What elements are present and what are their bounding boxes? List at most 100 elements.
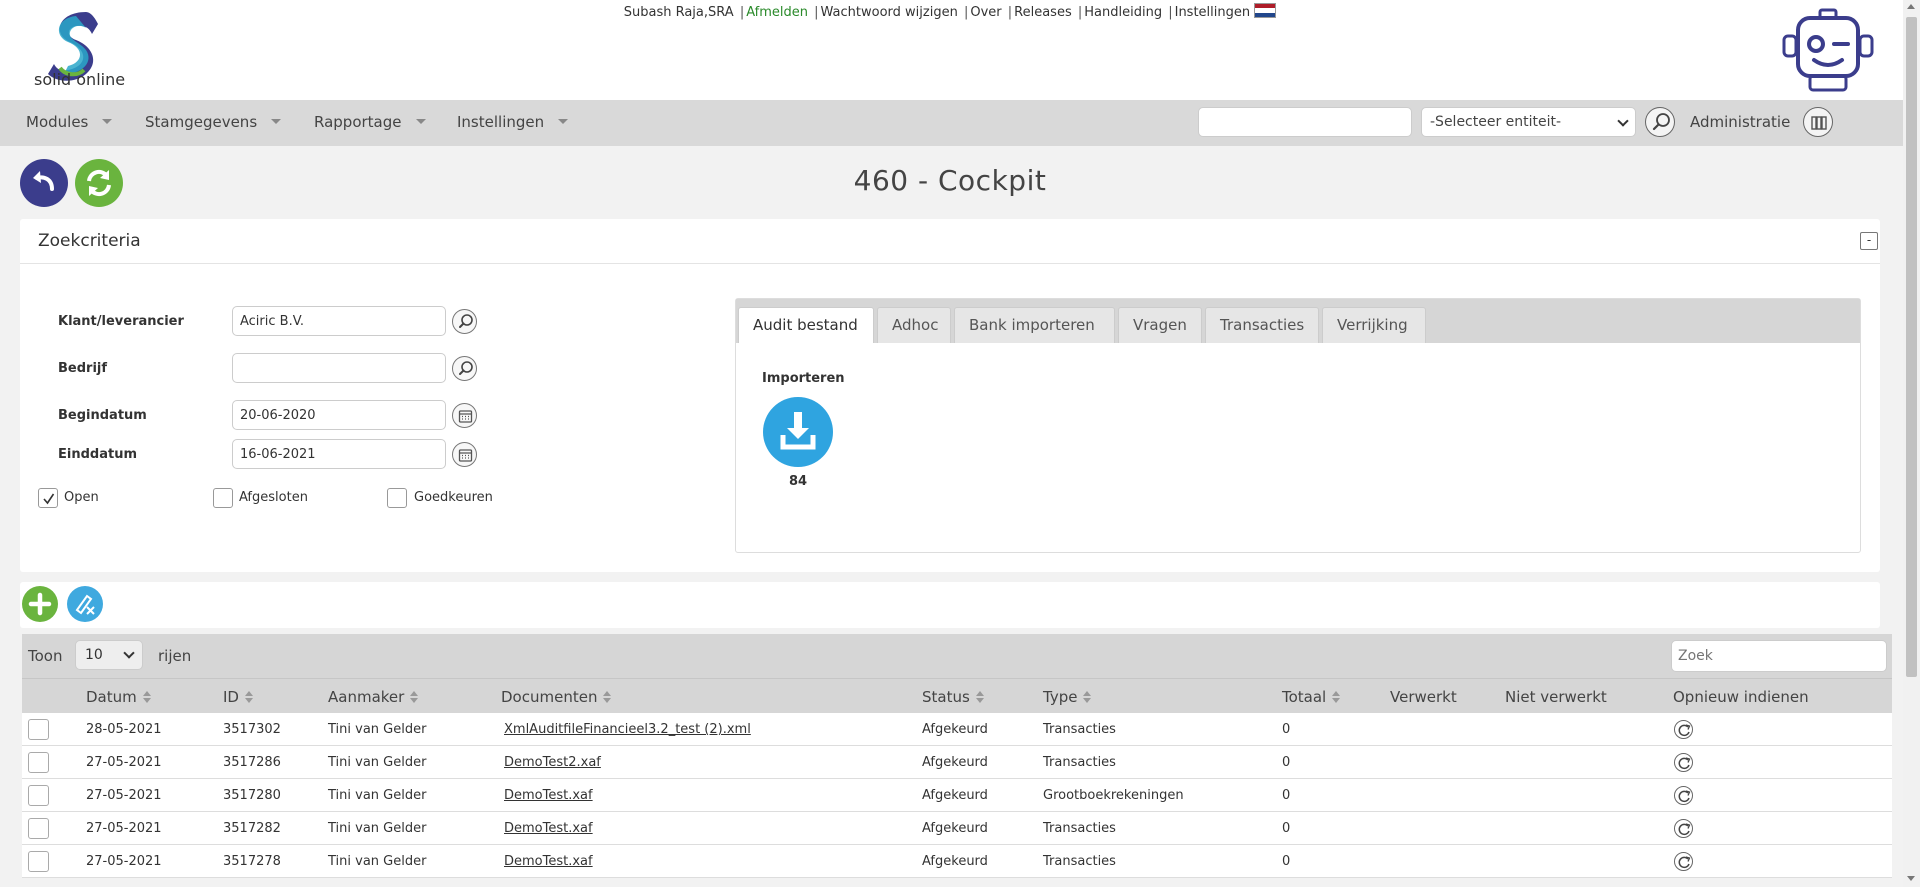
th-status[interactable]: Status bbox=[922, 688, 984, 706]
bedrijf-input[interactable] bbox=[232, 353, 446, 383]
cell-aanmaker: Tini van Gelder bbox=[328, 788, 427, 803]
cell-id: 3517302 bbox=[223, 722, 281, 737]
table-controls: Toon 10 rijen bbox=[22, 634, 1892, 678]
goedkeuren-checkbox[interactable] bbox=[387, 488, 407, 508]
cell-datum: 27-05-2021 bbox=[86, 788, 162, 803]
row-checkbox[interactable] bbox=[28, 752, 49, 773]
menu-rapportage[interactable]: Rapportage bbox=[314, 113, 426, 131]
table-row[interactable]: 27-05-2021 3517280 Tini van Gelder DemoT… bbox=[22, 779, 1892, 812]
table-row[interactable]: 27-05-2021 3517282 Tini van Gelder DemoT… bbox=[22, 812, 1892, 845]
sort-icon bbox=[1332, 691, 1341, 703]
entity-select[interactable]: -Selecteer entiteit- bbox=[1421, 107, 1636, 137]
tab-adhoc[interactable]: Adhoc bbox=[877, 307, 951, 343]
page-scrollbar[interactable] bbox=[1903, 0, 1920, 887]
caret-down-icon bbox=[271, 119, 282, 124]
search-button[interactable] bbox=[1645, 107, 1675, 137]
tab-audit-bestand[interactable]: Audit bestand bbox=[738, 307, 874, 343]
tab-bank-importeren[interactable]: Bank importeren bbox=[954, 307, 1115, 343]
administratie-label[interactable]: Administratie bbox=[1690, 113, 1790, 131]
sort-icon bbox=[244, 691, 253, 703]
administratie-button[interactable] bbox=[1803, 107, 1833, 137]
row-checkbox[interactable] bbox=[28, 818, 49, 839]
resubmit-button[interactable] bbox=[1674, 819, 1693, 838]
refresh-icon bbox=[1678, 724, 1691, 737]
table-row[interactable]: 27-05-2021 3517278 Tini van Gelder DemoT… bbox=[22, 845, 1892, 878]
change-password-link[interactable]: Wachtwoord wijzigen bbox=[821, 5, 958, 20]
tab-transacties[interactable]: Transacties bbox=[1205, 307, 1319, 343]
resubmit-button[interactable] bbox=[1674, 753, 1693, 772]
cell-document-link[interactable]: DemoTest.xaf bbox=[504, 821, 593, 836]
cell-document-link[interactable]: DemoTest.xaf bbox=[504, 854, 593, 869]
import-count: 84 bbox=[788, 474, 808, 489]
einddatum-input[interactable] bbox=[232, 439, 446, 469]
open-label: Open bbox=[64, 490, 99, 505]
cell-document-link[interactable]: DemoTest.xaf bbox=[504, 788, 593, 803]
row-checkbox[interactable] bbox=[28, 785, 49, 806]
begindatum-input[interactable] bbox=[232, 400, 446, 430]
table-search-input[interactable] bbox=[1671, 640, 1887, 672]
page-size-select[interactable]: 10 bbox=[75, 640, 143, 670]
netherlands-flag-icon[interactable] bbox=[1254, 3, 1277, 18]
cell-status: Afgekeurd bbox=[922, 821, 988, 836]
menu-instellingen[interactable]: Instellingen bbox=[457, 113, 569, 131]
releases-link[interactable]: Releases bbox=[1014, 5, 1072, 20]
resubmit-button[interactable] bbox=[1674, 720, 1693, 739]
open-checkbox[interactable] bbox=[38, 488, 58, 508]
th-datum[interactable]: Datum bbox=[86, 688, 151, 706]
scrollbar-thumb[interactable] bbox=[1906, 17, 1917, 677]
binders-icon bbox=[1811, 116, 1827, 130]
cell-totaal: 0 bbox=[1282, 722, 1291, 737]
plus-icon bbox=[28, 592, 52, 616]
collapse-button[interactable]: - bbox=[1860, 232, 1878, 250]
logout-link[interactable]: Afmelden bbox=[746, 5, 808, 20]
cell-type: Grootboekrekeningen bbox=[1043, 788, 1184, 803]
cell-totaal: 0 bbox=[1282, 788, 1291, 803]
bedrijf-label: Bedrijf bbox=[58, 361, 108, 376]
cell-id: 3517282 bbox=[223, 821, 281, 836]
global-search-input[interactable] bbox=[1198, 107, 1412, 137]
resubmit-button[interactable] bbox=[1674, 786, 1693, 805]
tab-verrijking[interactable]: Verrijking bbox=[1322, 307, 1426, 343]
begindatum-calendar-button[interactable] bbox=[452, 403, 477, 428]
scroll-down-arrow-icon[interactable] bbox=[1907, 876, 1915, 881]
klant-input[interactable] bbox=[232, 306, 446, 336]
tab-vragen[interactable]: Vragen bbox=[1118, 307, 1202, 343]
manual-link[interactable]: Handleiding bbox=[1084, 5, 1162, 20]
caret-down-icon bbox=[102, 119, 113, 124]
cell-totaal: 0 bbox=[1282, 821, 1291, 836]
bedrijf-lookup-button[interactable] bbox=[452, 356, 477, 381]
menu-stamgegevens[interactable]: Stamgegevens bbox=[145, 113, 282, 131]
settings-link[interactable]: Instellingen bbox=[1175, 5, 1251, 20]
th-id[interactable]: ID bbox=[223, 688, 253, 706]
th-opnieuw-indienen: Opnieuw indienen bbox=[1673, 688, 1809, 706]
cell-status: Afgekeurd bbox=[922, 854, 988, 869]
table-row[interactable]: 28-05-2021 3517302 Tini van Gelder XmlAu… bbox=[22, 713, 1892, 746]
row-checkbox[interactable] bbox=[28, 851, 49, 872]
menu-modules[interactable]: Modules bbox=[26, 113, 113, 131]
add-button[interactable] bbox=[22, 586, 58, 622]
tab-bar: Audit bestand Adhoc Bank importeren Vrag… bbox=[736, 299, 1860, 343]
user-name: Subash Raja,SRA bbox=[623, 5, 734, 20]
sort-icon bbox=[142, 691, 151, 703]
th-totaal[interactable]: Totaal bbox=[1282, 688, 1341, 706]
about-link[interactable]: Over bbox=[970, 5, 1001, 20]
klant-lookup-button[interactable] bbox=[452, 309, 477, 334]
cell-document-link[interactable]: DemoTest2.xaf bbox=[504, 755, 601, 770]
afgesloten-checkbox[interactable] bbox=[213, 488, 233, 508]
th-type[interactable]: Type bbox=[1043, 688, 1092, 706]
cell-document-link[interactable]: XmlAuditfileFinancieel3.2_test (2).xml bbox=[504, 722, 751, 737]
th-aanmaker[interactable]: Aanmaker bbox=[328, 688, 419, 706]
logo-text: solid online bbox=[34, 70, 126, 89]
clear-filter-button[interactable] bbox=[67, 586, 103, 622]
cell-status: Afgekeurd bbox=[922, 722, 988, 737]
cell-totaal: 0 bbox=[1282, 755, 1291, 770]
table-row[interactable]: 27-05-2021 3517286 Tini van Gelder DemoT… bbox=[22, 746, 1892, 779]
scroll-up-arrow-icon[interactable] bbox=[1907, 4, 1915, 9]
search-icon bbox=[459, 361, 473, 375]
row-checkbox[interactable] bbox=[28, 719, 49, 740]
einddatum-calendar-button[interactable] bbox=[452, 442, 477, 467]
tabs-container: Audit bestand Adhoc Bank importeren Vrag… bbox=[735, 298, 1861, 553]
import-button[interactable] bbox=[763, 397, 833, 467]
resubmit-button[interactable] bbox=[1674, 852, 1693, 871]
th-documenten[interactable]: Documenten bbox=[501, 688, 612, 706]
